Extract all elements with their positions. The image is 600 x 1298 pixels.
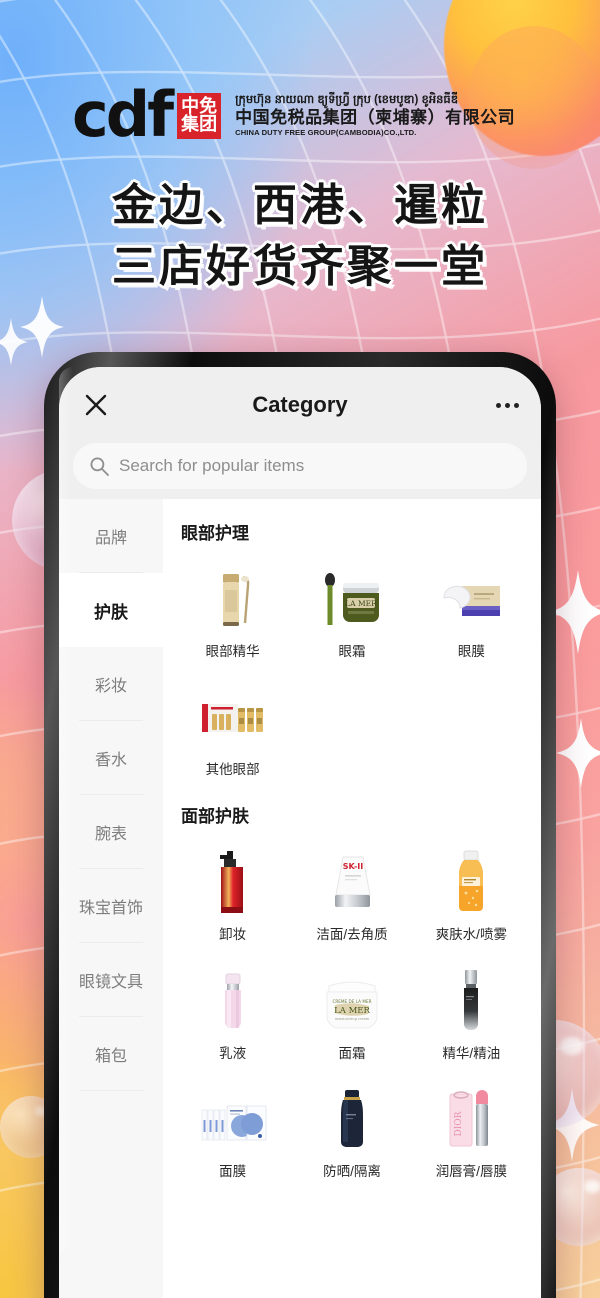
cdf-badge: 中免 集团 [177, 93, 222, 140]
category-grid-face-care: 卸妆 SK-II 洁面/去角质 爽肤水/喷雾 乳液 CREME DE LA ME… [163, 829, 541, 1194]
svg-text:LA MER: LA MER [345, 599, 377, 608]
brand-logo: cdf 中免 集团 ក្រុមហ៊ុន នាយណា ឌ្យូទីហ្វ្រី ក… [72, 78, 515, 151]
search-input[interactable]: Search for popular items [73, 443, 527, 489]
sidebar-item-brands[interactable]: 品牌 [59, 499, 163, 573]
sidebar-item-label: 彩妆 [94, 678, 127, 695]
sidebar-item-jewelry[interactable]: 珠宝首饰 [59, 869, 163, 943]
category-item-label: 润唇膏/唇膜 [435, 1163, 507, 1179]
category-item-label: 眼部精华 [205, 644, 260, 659]
category-item-label: 面膜 [219, 1163, 247, 1179]
sidebar-item-eyewear-stationery[interactable]: 眼镜文具 [59, 943, 163, 1017]
phone-mockup: Category Search for popular items 品牌 护肤 … [44, 352, 556, 1298]
gold-serum-bottle-icon [194, 560, 272, 638]
category-item-eye-serum[interactable]: 眼部精华 [173, 552, 292, 670]
svg-text:LA MER: LA MER [334, 1006, 370, 1016]
sidebar-item-label: 护肤 [94, 602, 128, 622]
category-item-label: 防晒/隔离 [323, 1163, 381, 1179]
pink-lotion-bottle-icon [194, 962, 272, 1040]
page-title: Category [252, 392, 348, 417]
section-title-face-care: 面部护肤 [181, 807, 249, 827]
black-serum-dropper-icon [432, 962, 510, 1040]
category-item-cleanser-exfoliant[interactable]: SK-II 洁面/去角质 [292, 835, 411, 953]
category-item-sunscreen[interactable]: 防晒/隔离 [292, 1072, 411, 1190]
sidebar-item-label: 腕表 [94, 826, 127, 843]
category-content: 眼部护理 眼部精华 LA MER 眼霜 眼膜 其他眼部 面部护肤 卸妆 SK-I… [163, 499, 541, 1298]
headline-line-2: 三店好货齐聚一堂 [112, 240, 488, 292]
cdf-badge-line2: 集团 [181, 114, 218, 136]
svg-text:DIOR: DIOR [454, 1111, 464, 1136]
category-item-label: 其他眼部 [205, 762, 260, 778]
category-item-label: 眼霜 [338, 644, 366, 659]
category-item-toner-mist[interactable]: 爽肤水/喷雾 [412, 835, 531, 953]
navy-sunscreen-tube-icon [313, 1080, 391, 1158]
category-item-face-cream[interactable]: CREME DE LA MER LA MER moisturizing crea… [292, 954, 411, 1072]
category-item-serum-oil[interactable]: 精华/精油 [412, 954, 531, 1072]
category-item-makeup-remover[interactable]: 卸妆 [173, 835, 292, 953]
white-facial-cleanser-tube-icon: SK-II [313, 843, 391, 921]
category-item-other-eye[interactable]: 其他眼部 [173, 670, 292, 788]
category-item-lip-balm[interactable]: DIOR 润唇膏/唇膜 [412, 1072, 531, 1190]
svg-text:SK-II: SK-II [343, 862, 364, 871]
cdf-wordmark: cdf [72, 78, 174, 151]
category-item-label: 眼膜 [457, 644, 485, 659]
more-horizontal-icon[interactable] [496, 402, 519, 408]
close-icon[interactable] [81, 390, 111, 420]
company-name-english: CHINA DUTY FREE GROUP(CAMBODIA)CO.,LTD. [235, 128, 417, 138]
category-body: 品牌 护肤 彩妆 香水 腕表 珠宝首饰 眼镜文具 箱包 眼部护理 眼部精华 LA… [59, 499, 541, 1298]
company-name-block: ក្រុមហ៊ុន នាយណា ឌ្យូទីហ្វ្រី ក្រុប (ខេមប… [235, 93, 515, 138]
phone-screen: Category Search for popular items 品牌 护肤 … [59, 367, 541, 1298]
category-grid-eye-care: 眼部精华 LA MER 眼霜 眼膜 其他眼部 [163, 546, 541, 792]
sidebar-item-label: 香水 [94, 752, 127, 769]
ampoule-set-box-icon [194, 678, 272, 756]
app-header: Category [59, 367, 541, 443]
search-placeholder: Search for popular items [119, 456, 305, 475]
sparkle-white-small-icon [556, 718, 600, 788]
eye-mask-sachet-icon [432, 560, 510, 638]
category-item-sheet-mask[interactable]: 面膜 [173, 1072, 292, 1190]
category-item-label: 卸妆 [219, 927, 247, 943]
sidebar-item-bags[interactable]: 箱包 [59, 1017, 163, 1091]
sidebar-item-label: 品牌 [94, 530, 127, 547]
green-cream-jar-icon: LA MER [313, 560, 391, 638]
sparkle-white-edge-icon [0, 318, 28, 366]
sidebar-item-label: 眼镜文具 [78, 974, 143, 991]
category-item-lotion[interactable]: 乳液 [173, 954, 292, 1072]
category-item-eye-mask[interactable]: 眼膜 [412, 552, 531, 670]
red-cleansing-oil-pump-icon [194, 843, 272, 921]
svg-text:moisturizing cream: moisturizing cream [335, 1017, 370, 1021]
company-name-khmer: ក្រុមហ៊ុន នាយណា ឌ្យូទីហ្វ្រី ក្រុប (ខេមប… [235, 93, 459, 106]
category-item-label: 乳液 [219, 1045, 247, 1061]
pink-lip-balm-icon: DIOR [432, 1080, 510, 1158]
orange-toner-bottle-icon [432, 843, 510, 921]
sidebar-item-label: 箱包 [94, 1048, 127, 1065]
search-icon [89, 456, 109, 476]
company-name-chinese: 中国免税品集团（柬埔寨）有限公司 [235, 108, 516, 128]
category-sidebar[interactable]: 品牌 护肤 彩妆 香水 腕表 珠宝首饰 眼镜文具 箱包 [59, 499, 163, 1298]
sidebar-item-skincare[interactable]: 护肤 [59, 573, 163, 647]
sidebar-item-label: 珠宝首饰 [78, 900, 143, 917]
sidebar-item-fragrance[interactable]: 香水 [59, 721, 163, 795]
category-item-label: 爽肤水/喷雾 [435, 927, 507, 943]
category-item-label: 面霜 [338, 1045, 366, 1061]
sheet-mask-box-icon [194, 1080, 272, 1158]
sidebar-item-watches[interactable]: 腕表 [59, 795, 163, 869]
category-item-label: 精华/精油 [442, 1045, 501, 1061]
sidebar-item-makeup[interactable]: 彩妆 [59, 647, 163, 721]
section-title-eye-care: 眼部护理 [181, 524, 249, 543]
poster-headline: 金边、西港、暹粒 三店好货齐聚一堂 [0, 176, 600, 297]
headline-line-1: 金边、西港、暹粒 [112, 180, 488, 231]
white-cream-jar-icon: CREME DE LA MER LA MER moisturizing crea… [313, 962, 391, 1040]
search-bar-container: Search for popular items [59, 443, 541, 499]
category-item-eye-cream[interactable]: LA MER 眼霜 [292, 552, 411, 670]
category-item-label: 洁面/去角质 [316, 927, 388, 943]
